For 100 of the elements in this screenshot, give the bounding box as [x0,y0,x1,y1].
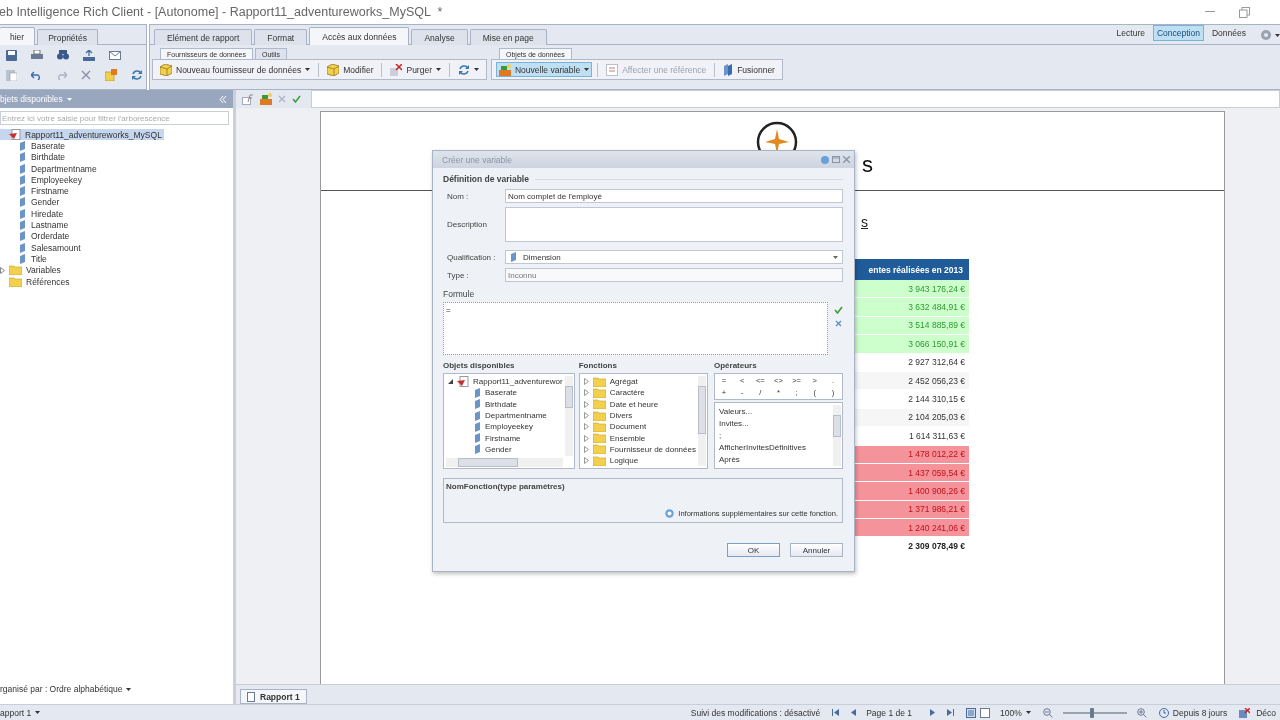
caret-icon[interactable] [35,711,41,714]
tree-item[interactable]: Salesamount [19,241,83,254]
report-tab[interactable]: Rapport 1 [240,689,307,704]
zoom-selector[interactable]: 100% [1000,707,1022,718]
minimize-icon[interactable] [1205,11,1215,13]
ribbon-tab[interactable]: Accès aux données [309,27,410,45]
ribbon-tab[interactable]: Analyse [411,29,468,45]
tree-item[interactable]: Title [19,253,49,265]
text-area[interactable] [505,207,843,242]
mode-button[interactable]: Lecture [1112,25,1149,41]
tree-item[interactable]: Rapport11_adventurewor [448,376,563,388]
variable-icon[interactable] [105,69,117,81]
ribbon-tab[interactable]: Mise en page [469,29,547,45]
mode-button[interactable]: Conception [1152,25,1204,41]
mode-button[interactable]: Données [1207,25,1250,41]
tree-item[interactable]: Birthdate [19,151,68,163]
last-page-icon[interactable] [947,709,955,716]
tree-item[interactable]: Rapport11_adventureworks_MySQL [0,129,164,141]
delete-icon[interactable] [81,70,91,80]
tree-item[interactable]: Departmentname [448,409,563,422]
settings-icon[interactable] [1260,29,1280,41]
tree-item[interactable]: Agrégat [583,376,696,388]
zoom-out-icon[interactable] [1042,707,1053,718]
tree-item[interactable]: Employeekey [19,174,85,186]
toolbar-button[interactable]: Fusionner [720,62,778,77]
mail-icon[interactable] [109,50,121,60]
expand-icon[interactable] [448,379,453,385]
report-selector[interactable]: apport 1 [0,707,32,718]
toolbar-button[interactable]: Nouvelle variable [496,62,593,77]
caret-icon[interactable] [126,687,132,691]
formula-field[interactable] [311,90,1280,108]
check-icon[interactable] [292,95,301,103]
list-item[interactable]: Valeurs... [718,405,831,417]
paste-icon[interactable] [6,69,17,81]
tree-item[interactable]: Logique [583,455,696,467]
cancel-icon[interactable] [278,95,286,103]
undo-icon[interactable] [31,70,42,80]
refresh-icon[interactable] [131,69,143,81]
tree-item[interactable]: Ensemble [583,432,696,444]
tree-item[interactable]: Birthdate [448,398,563,410]
tree-item[interactable]: Date et heure [583,398,696,410]
dropdown-field[interactable]: Dimension [505,250,843,264]
ribbon-tab[interactable]: Elément de rapport [154,29,253,45]
ribbon-tab[interactable]: Format [254,29,308,45]
next-page-icon[interactable] [930,709,936,716]
tree-item[interactable]: Fournisseur de données [583,443,696,456]
scrollbar[interactable] [697,376,706,466]
list-item[interactable]: Après [718,453,831,465]
list-item[interactable]: Invites... [718,417,831,429]
tree-item[interactable]: Departmentname [19,162,99,175]
toolbar-button[interactable]: Nouveau fournisseur de données [157,62,314,77]
tree-item[interactable]: Firstname [19,185,71,197]
binoculars-icon[interactable] [57,50,69,60]
save-icon[interactable] [6,49,17,61]
tree-item[interactable]: Orderdate [19,230,72,242]
tree-item[interactable]: Hiredate [19,208,66,220]
tree-item[interactable]: Firstname [448,432,563,444]
validate-icon[interactable] [834,306,843,314]
filter-field[interactable]: Entrez ici votre saisie pour filtrer l'arborescence [0,111,229,125]
tree-item[interactable]: Caractère [583,387,696,399]
tree-item[interactable]: Divers [583,409,696,422]
tree-item[interactable]: Lastname [19,219,71,231]
close-icon[interactable] [843,156,850,163]
help-icon[interactable] [821,155,829,164]
toolbar-button[interactable]: Purger [387,62,444,77]
scrollbar[interactable] [446,458,563,467]
toolbar-button[interactable]: Modifier [324,62,377,77]
draft-view-icon[interactable] [980,707,991,718]
first-page-icon[interactable] [832,709,840,716]
collapse-icon[interactable] [219,95,227,103]
page-view-icon[interactable] [966,707,977,718]
variable-icon[interactable] [260,93,272,105]
maximize-icon[interactable] [832,156,840,163]
tree-item[interactable]: Variables [0,264,63,276]
tree-item[interactable]: Baserate [19,140,68,152]
caret-icon[interactable] [1025,711,1031,714]
tree-item[interactable]: Document [583,421,696,433]
cancel-icon[interactable] [835,320,842,327]
printer-icon[interactable] [31,49,43,61]
zoom-in-icon[interactable] [1136,707,1147,718]
scrollbar[interactable] [833,405,841,466]
tree-item[interactable]: Baserate [448,387,563,399]
input-field[interactable]: Nom complet de l'employé [505,189,843,203]
dialog-button[interactable]: OK [727,543,780,557]
tab[interactable]: hier [0,27,36,45]
tree-item[interactable]: Employeekey [448,421,563,433]
formula-icon[interactable] [242,93,254,105]
sort-label[interactable]: rganisé par : Ordre alphabétique [0,684,123,694]
scrollbar[interactable] [564,376,573,456]
redo-icon[interactable] [56,70,67,80]
previous-page-icon[interactable] [851,709,857,716]
formula-editor[interactable]: = [443,302,828,355]
list-item[interactable]: AfficherInvitesDéfinitives [718,441,831,453]
restore-icon[interactable] [1239,6,1250,18]
dialog-button[interactable]: Annuler [790,543,843,557]
tree-item[interactable]: Références [0,275,72,288]
tree-item[interactable]: Gender [448,443,563,456]
list-item[interactable]: ; [718,429,831,441]
export-icon[interactable] [83,49,95,61]
tree-item[interactable]: Gender [19,196,62,209]
